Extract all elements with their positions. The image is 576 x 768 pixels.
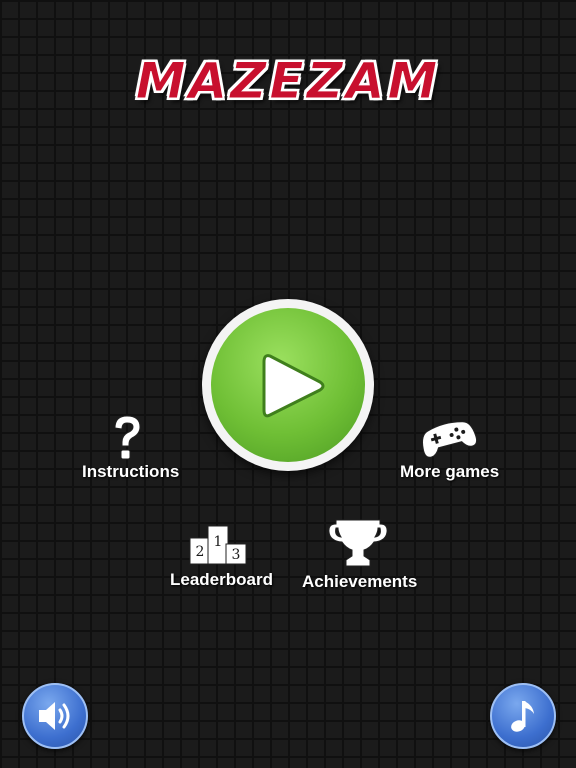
game-title: MAZEZAM (135, 52, 441, 111)
instructions-label: Instructions (82, 462, 180, 481)
music-note-icon (511, 701, 534, 732)
gamepad-icon (422, 421, 478, 458)
podium-number-first: 1 (214, 534, 223, 550)
speaker-icon (39, 702, 70, 730)
achievements-button[interactable]: Achievements (302, 514, 418, 592)
trophy-icon (328, 519, 388, 567)
music-toggle-button[interactable] (490, 683, 556, 749)
play-icon (262, 354, 325, 418)
more-games-label: More games (400, 462, 500, 481)
podium-number-second: 2 (196, 544, 205, 560)
leaderboard-button[interactable]: 2 1 3 Leaderboard (170, 516, 273, 590)
question-mark-icon (114, 415, 141, 460)
sound-toggle-button[interactable] (22, 683, 88, 749)
podium-icon: 2 1 3 (189, 525, 247, 565)
play-button[interactable] (211, 308, 365, 462)
instructions-button[interactable]: Instructions (82, 412, 180, 482)
main-menu-screen: MAZEZAM Instructions More games 2 1 3 Le… (0, 0, 576, 768)
more-games-button[interactable]: More games (400, 412, 500, 482)
podium-number-third: 3 (232, 547, 241, 563)
achievements-label: Achievements (302, 572, 418, 591)
leaderboard-label: Leaderboard (170, 570, 273, 589)
